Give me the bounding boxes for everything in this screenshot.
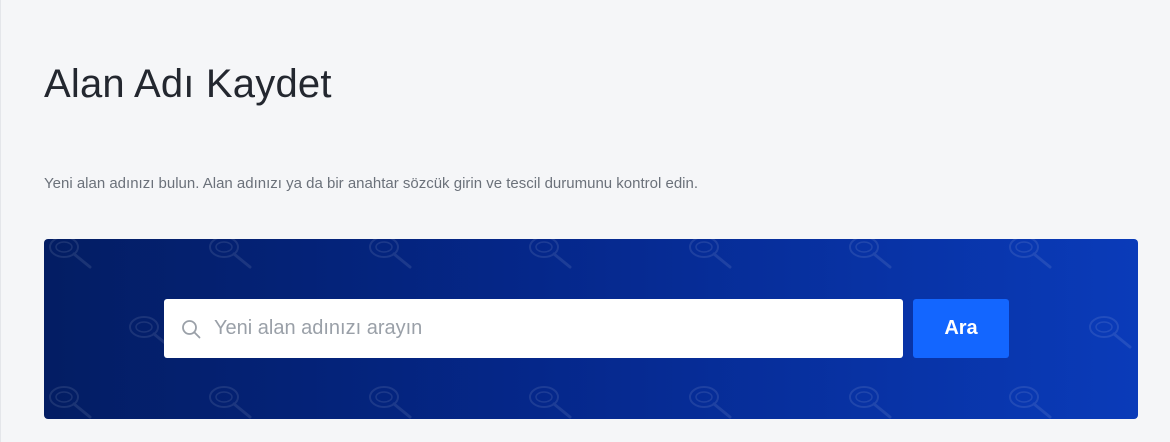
search-icon	[180, 318, 202, 340]
search-input[interactable]	[214, 299, 903, 358]
page-description: Yeni alan adınızı bulun. Alan adınızı ya…	[44, 175, 699, 192]
page: Alan Adı Kaydet Yeni alan adınızı bulun.…	[0, 0, 1170, 442]
page-title: Alan Adı Kaydet	[44, 62, 332, 106]
search-box[interactable]	[164, 299, 903, 358]
search-banner: Ara	[44, 239, 1138, 419]
search-button[interactable]: Ara	[913, 299, 1009, 358]
